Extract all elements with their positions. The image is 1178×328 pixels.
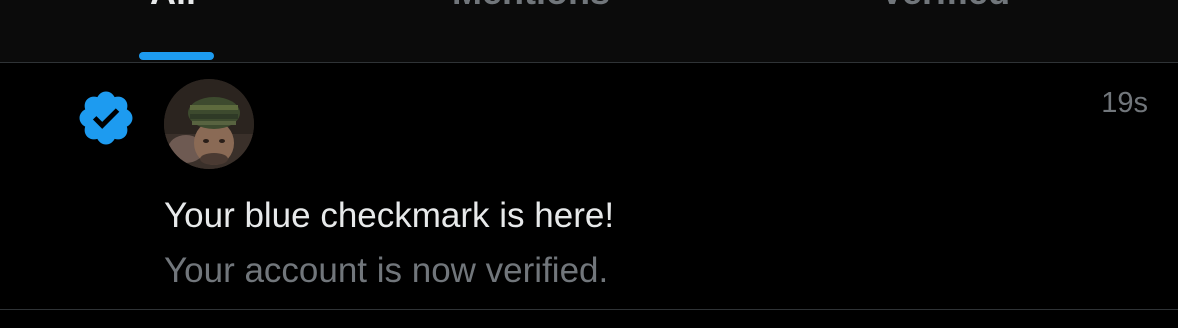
- notifications-tab-bar: All Mentions Verified: [0, 0, 1178, 63]
- avatar-photo: [164, 79, 254, 169]
- verified-badge-icon: [79, 91, 133, 145]
- active-tab-indicator: [139, 52, 214, 60]
- tab-all[interactable]: All: [150, 0, 196, 12]
- notification-subtitle: Your account is now verified.: [164, 251, 609, 290]
- notifications-screen: All Mentions Verified 19s: [0, 0, 1178, 328]
- tab-verified[interactable]: Verified: [880, 0, 1010, 12]
- avatar[interactable]: [164, 79, 254, 169]
- notification-timestamp: 19s: [1101, 87, 1148, 119]
- notification-item[interactable]: 19s Your blue checkmark is here! Your ac…: [0, 63, 1178, 310]
- tab-mentions[interactable]: Mentions: [452, 0, 610, 12]
- notification-title: Your blue checkmark is here!: [164, 196, 615, 235]
